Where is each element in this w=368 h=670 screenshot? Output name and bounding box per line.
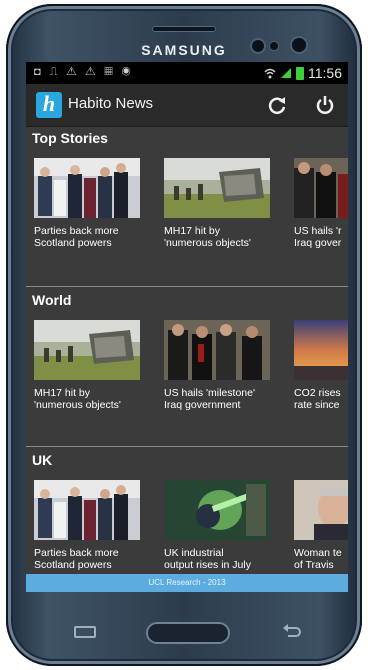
story-card[interactable]: MH17 hit by 'numerous objects': [34, 320, 140, 411]
story-headline: CO2 rises rate since: [294, 387, 341, 411]
app-bar: h Habito News: [26, 84, 348, 127]
app-title: Habito News: [68, 95, 154, 112]
news-feed[interactable]: Top Stories Parties back more Scotland p…: [26, 126, 348, 574]
story-card[interactable]: MH17 hit by 'numerous objects': [164, 158, 270, 249]
story-thumbnail: [164, 158, 270, 218]
story-headline: Parties back more Scotland powers: [34, 225, 119, 249]
story-headline: Parties back more Scotland powers: [34, 547, 119, 571]
proximity-sensor-icon: [292, 38, 306, 52]
story-card[interactable]: Woman te of Travis: [294, 480, 348, 571]
story-thumbnail: [164, 480, 270, 540]
story-card[interactable]: US hails 'r Iraq gover: [294, 158, 348, 249]
front-camera-icon: [252, 40, 264, 52]
notification-icons: ◘ ⎍ ⚠ ⚠ ▦ ◉: [34, 66, 134, 78]
story-headline: US hails 'r Iraq gover: [294, 225, 342, 249]
story-headline: US hails 'milestone' Iraq government: [164, 387, 255, 411]
section-title: World: [32, 292, 72, 308]
signal-icon: [281, 68, 291, 78]
story-headline: Woman te of Travis: [294, 547, 342, 571]
story-headline: MH17 hit by 'numerous objects': [34, 387, 121, 411]
device-brand: SAMSUNG: [141, 42, 227, 58]
earpiece-speaker: [152, 26, 216, 32]
phone-screen: ◘ ⎍ ⚠ ⚠ ▦ ◉ 11:56 h Habito News Top Stor…: [26, 62, 348, 592]
menu-key-icon[interactable]: [74, 626, 96, 638]
footer-credit: UCL Research - 2013: [26, 574, 348, 592]
section-title: Top Stories: [32, 130, 108, 146]
section-divider: [26, 286, 348, 287]
battery-icon: [296, 66, 304, 80]
story-card[interactable]: UK industrial output rises in July: [164, 480, 270, 571]
story-headline: MH17 hit by 'numerous objects': [164, 225, 251, 249]
power-icon[interactable]: [314, 94, 336, 116]
back-key-icon[interactable]: [280, 620, 302, 642]
story-thumbnail: [294, 320, 348, 380]
story-strip[interactable]: Parties back more Scotland powers UK ind…: [34, 480, 348, 574]
app-logo-icon: h: [36, 92, 62, 118]
story-thumbnail: [164, 320, 270, 380]
story-card[interactable]: US hails 'milestone' Iraq government: [164, 320, 270, 411]
home-button[interactable]: [146, 622, 230, 644]
wifi-icon: [264, 68, 276, 79]
story-strip[interactable]: Parties back more Scotland powers MH17 h…: [34, 158, 348, 278]
status-bar: ◘ ⎍ ⚠ ⚠ ▦ ◉ 11:56: [26, 62, 348, 84]
story-thumbnail: [34, 480, 140, 540]
story-headline: UK industrial output rises in July: [164, 547, 251, 571]
status-right: 11:56: [264, 65, 342, 81]
section-divider: [26, 446, 348, 447]
story-card[interactable]: Parties back more Scotland powers: [34, 480, 140, 571]
story-card[interactable]: Parties back more Scotland powers: [34, 158, 140, 249]
sensor-icon: [270, 42, 278, 50]
story-strip[interactable]: MH17 hit by 'numerous objects' US hails …: [34, 320, 348, 440]
refresh-icon[interactable]: [266, 94, 288, 116]
status-time: 11:56: [308, 65, 342, 81]
story-card[interactable]: CO2 rises rate since: [294, 320, 348, 411]
section-title: UK: [32, 452, 53, 468]
story-thumbnail: [294, 480, 348, 540]
story-thumbnail: [34, 158, 140, 218]
story-thumbnail: [294, 158, 348, 218]
story-thumbnail: [34, 320, 140, 380]
